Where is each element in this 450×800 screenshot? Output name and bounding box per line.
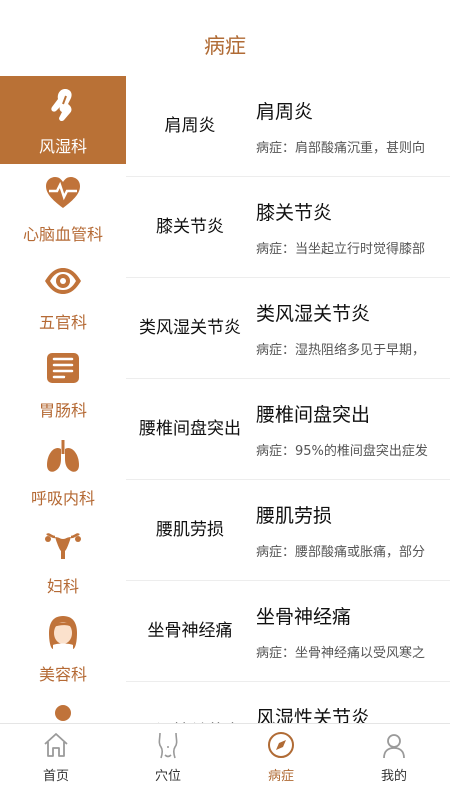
tab-label: 我的 [380,769,407,784]
sidebar-item-gastro[interactable]: 胃肠科 [0,340,126,428]
sidebar-item-label: 风湿科 [38,137,87,156]
sidebar-item-respiratory[interactable]: 呼吸内科 [0,428,126,516]
sidebar-item-gynecology[interactable]: 妇科 [0,516,126,604]
intestine-icon [47,353,79,383]
disease-description: 病症：95%的椎间盘突出症发 [256,444,428,459]
sidebar-item-label: 五官科 [38,313,87,332]
disease-title: 坐骨神经痛 [256,606,352,628]
list-item[interactable]: 类风湿关节炎 类风湿关节炎 病症：湿热阻络多见于早期， [126,278,450,379]
list-item[interactable]: 膝关节炎 膝关节炎 病症：当坐起立行时觉得膝部 [126,177,450,278]
disease-title: 风湿性关节炎 [256,707,371,723]
sidebar-item-ent[interactable]: 五官科 [0,252,126,340]
disease-title: 膝关节炎 [256,202,333,224]
disease-description: 病症：当坐起立行时觉得膝部 [256,242,426,257]
joint-icon [51,89,72,122]
tab-profile[interactable]: 我的 [338,724,450,800]
tab-label: 首页 [42,769,69,784]
disease-name: 风湿性关节炎 [126,682,254,723]
disease-name: 坐骨神经痛 [147,621,233,641]
sidebar-item-label: 妇科 [46,577,79,596]
body-outline-icon [158,732,178,759]
list-item[interactable]: 坐骨神经痛 坐骨神经痛 病症：坐骨神经痛以受风寒之 [126,581,450,682]
tab-label: 穴位 [154,769,181,784]
sidebar-item-cosmetology[interactable]: 美容科 [0,604,126,692]
page-title: 病症 [204,34,246,58]
person-icon [55,705,71,721]
uterus-icon [45,533,81,559]
sidebar-item-label: 胃肠科 [38,401,87,420]
disease-description: 病症：湿热阻络多见于早期， [256,343,426,358]
tab-acupoints[interactable]: 穴位 [112,724,224,800]
header: 病症 [0,0,450,76]
woman-face-icon [49,616,77,649]
disease-title: 肩周炎 [256,101,314,123]
list-item[interactable]: 肩周炎 肩周炎 病症：肩部酸痛沉重，甚则向 [126,76,450,177]
list-item[interactable]: 风湿性关节炎 风湿性关节炎 [126,682,450,723]
sidebar-item-more[interactable] [0,692,126,723]
tab-home[interactable]: 首页 [0,724,112,800]
sidebar-item-label: 呼吸内科 [30,489,95,508]
eye-icon [45,268,81,294]
list-item[interactable]: 腰肌劳损 腰肌劳损 病症：腰部酸痛或胀痛，部分 [126,480,450,581]
sidebar-item-label: 心脑血管科 [22,225,103,244]
disease-title: 腰椎间盘突出 [256,404,371,426]
tab-label: 病症 [267,769,294,784]
category-sidebar: 风湿科 心脑血管科 五官科 胃肠科 呼吸内科 妇科 美容科 [0,76,126,723]
tab-diseases[interactable]: 病症 [225,724,337,800]
sidebar-item-label: 美容科 [38,665,87,684]
disease-name: 腰椎间盘突出 [139,419,241,439]
disease-name: 肩周炎 [164,116,216,136]
user-icon [383,734,405,759]
disease-name: 膝关节炎 [156,217,224,237]
heart-pulse-icon [46,177,80,208]
disease-description: 病症：腰部酸痛或胀痛，部分 [256,545,426,560]
sidebar-item-rheumatology[interactable]: 风湿科 [0,76,126,164]
disease-description: 病症：肩部酸痛沉重，甚则向 [256,141,426,156]
disease-list: 肩周炎 肩周炎 病症：肩部酸痛沉重，甚则向 膝关节炎 膝关节炎 病症：当坐起立行… [126,76,450,723]
disease-description: 病症：坐骨神经痛以受风寒之 [256,646,426,661]
lungs-icon [47,440,79,472]
list-item[interactable]: 腰椎间盘突出 腰椎间盘突出 病症：95%的椎间盘突出症发 [126,379,450,480]
disease-title: 腰肌劳损 [256,505,333,527]
home-icon [44,733,68,757]
disease-title: 类风湿关节炎 [256,303,371,325]
bottom-tab-bar: 首页 穴位 病症 我的 [0,723,450,800]
compass-icon [268,732,294,758]
sidebar-item-cardiovascular[interactable]: 心脑血管科 [0,164,126,252]
disease-name: 类风湿关节炎 [139,318,241,338]
disease-name: 腰肌劳损 [156,520,224,540]
